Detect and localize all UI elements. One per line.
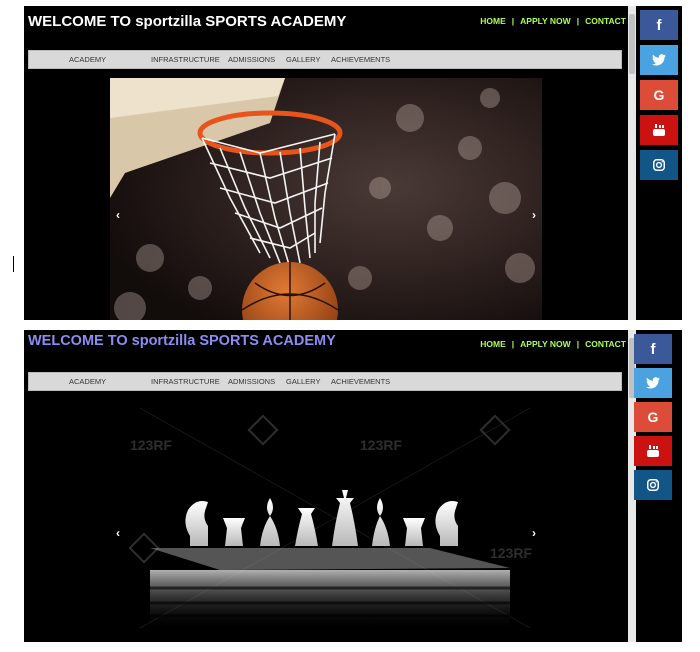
menu-infrastructure[interactable]: INFRASTRUCTURE [151,377,220,386]
google-plus-icon[interactable]: G [634,402,672,432]
twitter-icon[interactable] [634,368,672,398]
menu-achievements[interactable]: ACHIEVEMENTS [331,55,390,64]
site-title: WELCOME TO sportzilla SPORTS ACADEMY [28,333,336,349]
youtube-icon[interactable] [640,115,678,145]
instagram-camera-icon [647,479,659,491]
main-menu: ACADEMY INFRASTRUCTURE ADMISSIONS GALLER… [28,372,622,391]
nav-home[interactable]: HOME [480,16,506,26]
youtube-logo-icon [653,124,665,136]
chess-pieces-image: 123RF 123RF 123RF [110,398,542,642]
top-nav: HOME | APPLY NOW | CONTACT [480,16,626,26]
slider-image-basketball: ‹ › [110,78,542,320]
scrollbar[interactable] [628,6,636,320]
twitter-bird-icon [646,377,660,389]
instagram-icon[interactable] [634,470,672,500]
twitter-icon[interactable] [640,45,678,75]
twitter-bird-icon [652,54,666,66]
page-area: WELCOME TO sportzilla SPORTS ACADEMY HOM… [24,6,628,320]
page-area: WELCOME TO sportzilla SPORTS ACADEMY HOM… [24,330,628,642]
nav-separator: | [576,16,580,26]
slider-prev-arrow[interactable]: ‹ [116,526,120,540]
menu-infrastructure[interactable]: INFRASTRUCTURE [151,55,220,64]
watermark-3: 123RF [490,545,532,561]
facebook-icon[interactable]: f [634,334,672,364]
slider-prev-arrow[interactable]: ‹ [116,208,120,222]
youtube-logo-icon [647,445,659,457]
scrollbar-thumb[interactable] [629,14,635,74]
google-plus-icon[interactable]: G [640,80,678,110]
social-sidebar: f G [634,330,682,642]
site-title: WELCOME TO sportzilla SPORTS ACADEMY [28,13,347,30]
menu-academy[interactable]: ACADEMY [69,377,106,386]
menu-academy[interactable]: ACADEMY [69,55,106,64]
text-cursor [13,256,14,272]
slider-next-arrow[interactable]: › [532,526,536,540]
nav-separator: | [511,16,515,26]
nav-separator: | [511,339,515,349]
youtube-icon[interactable] [634,436,672,466]
slider-next-arrow[interactable]: › [532,208,536,222]
facebook-icon[interactable]: f [640,10,678,40]
slider-image-chess: 123RF 123RF 123RF ‹ › [110,398,542,642]
nav-contact[interactable]: CONTACT [585,339,626,349]
screenshot-chess: WELCOME TO sportzilla SPORTS ACADEMY HOM… [24,330,682,642]
top-nav: HOME | APPLY NOW | CONTACT [480,339,626,349]
nav-apply-now[interactable]: APPLY NOW [520,339,571,349]
nav-apply-now[interactable]: APPLY NOW [520,16,571,26]
menu-admissions[interactable]: ADMISSIONS [228,55,275,64]
nav-contact[interactable]: CONTACT [585,16,626,26]
screenshot-basketball: WELCOME TO sportzilla SPORTS ACADEMY HOM… [24,6,682,320]
menu-achievements[interactable]: ACHIEVEMENTS [331,377,390,386]
menu-gallery[interactable]: GALLERY [286,377,320,386]
social-sidebar: f G [636,6,682,320]
watermark-1: 123RF [130,437,172,453]
basketball-hoop-image [110,78,542,320]
watermark-2: 123RF [360,437,402,453]
instagram-camera-icon [653,159,665,171]
instagram-icon[interactable] [640,150,678,180]
menu-gallery[interactable]: GALLERY [286,55,320,64]
menu-admissions[interactable]: ADMISSIONS [228,377,275,386]
nav-home[interactable]: HOME [480,339,506,349]
main-menu: ACADEMY INFRASTRUCTURE ADMISSIONS GALLER… [28,50,622,69]
nav-separator: | [576,339,580,349]
